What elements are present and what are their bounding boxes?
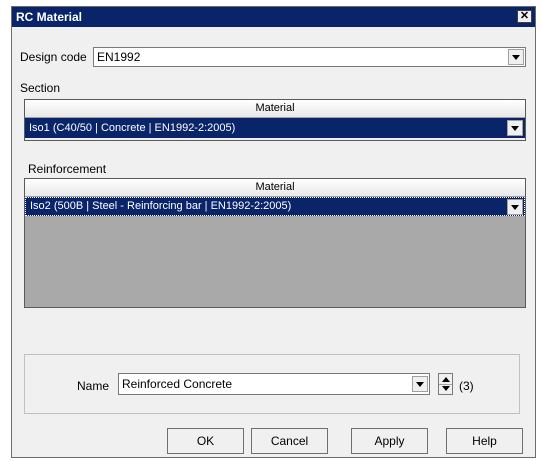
section-material-header: Material bbox=[25, 100, 525, 118]
name-spinner[interactable] bbox=[438, 373, 453, 395]
spin-down-icon bbox=[442, 386, 450, 391]
chevron-down-icon bbox=[512, 55, 520, 60]
reinforcement-material-row[interactable]: Iso2 (500B | Steel - Reinforcing bar | E… bbox=[25, 197, 525, 216]
section-material-row[interactable]: Iso1 (C40/50 | Concrete | EN1992-2:2005) bbox=[25, 118, 525, 138]
reinforcement-material-value: Iso2 (500B | Steel - Reinforcing bar | E… bbox=[30, 200, 292, 212]
design-code-dropdown-button[interactable] bbox=[508, 49, 524, 65]
design-code-value: EN1992 bbox=[97, 50, 141, 64]
title-bar: RC Material ✕ bbox=[12, 7, 535, 27]
name-label: Name bbox=[77, 379, 110, 393]
help-button[interactable]: Help bbox=[446, 428, 523, 454]
chevron-down-icon bbox=[416, 382, 424, 387]
spinner-divider bbox=[439, 384, 452, 385]
name-combo[interactable]: Reinforced Concrete bbox=[118, 373, 430, 395]
reinforcement-material-header: Material bbox=[25, 179, 525, 197]
chevron-down-icon bbox=[511, 205, 519, 210]
name-value: Reinforced Concrete bbox=[122, 377, 233, 391]
close-icon: ✕ bbox=[519, 10, 530, 22]
rc-material-dialog: RC Material ✕ Design code EN1992 Section… bbox=[11, 6, 536, 458]
reinforcement-grid: Material Iso2 (500B | Steel - Reinforcin… bbox=[24, 178, 526, 308]
name-dropdown-button[interactable] bbox=[412, 376, 428, 392]
reinforcement-material-dropdown-button[interactable] bbox=[507, 199, 523, 215]
apply-button[interactable]: Apply bbox=[351, 428, 428, 454]
chevron-down-icon bbox=[511, 126, 519, 131]
name-count: (3) bbox=[459, 379, 474, 393]
section-material-dropdown-button[interactable] bbox=[507, 120, 523, 136]
reinforcement-label: Reinforcement bbox=[28, 162, 107, 176]
section-grid: Material Iso1 (C40/50 | Concrete | EN199… bbox=[24, 99, 526, 141]
window-title: RC Material bbox=[16, 10, 83, 24]
design-code-label: Design code bbox=[20, 50, 87, 64]
spin-up-icon bbox=[442, 377, 450, 382]
ok-button[interactable]: OK bbox=[167, 428, 244, 454]
section-material-value: Iso1 (C40/50 | Concrete | EN1992-2:2005) bbox=[29, 122, 236, 134]
design-code-combo[interactable]: EN1992 bbox=[93, 47, 526, 67]
close-button[interactable]: ✕ bbox=[517, 10, 532, 23]
cancel-button[interactable]: Cancel bbox=[251, 428, 328, 454]
name-group: Name Reinforced Concrete (3) bbox=[24, 354, 520, 414]
section-label: Section bbox=[20, 81, 61, 95]
